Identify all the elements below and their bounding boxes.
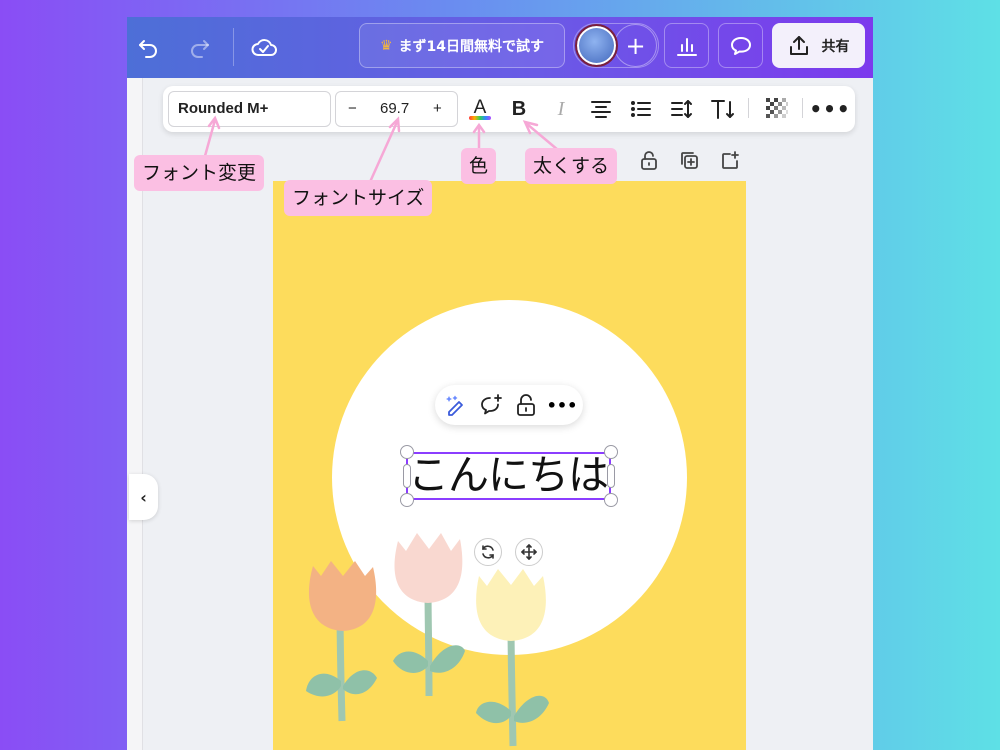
resize-handle-top-left[interactable] bbox=[400, 445, 414, 459]
bullet-list-icon[interactable] bbox=[626, 94, 656, 124]
element-floating-toolbar: ••• bbox=[435, 385, 583, 425]
italic-icon[interactable]: I bbox=[546, 94, 576, 124]
share-button[interactable]: 共有 bbox=[772, 23, 865, 68]
annotation-font-size: フォントサイズ bbox=[284, 180, 433, 216]
add-page-icon[interactable] bbox=[717, 148, 743, 172]
comments-button[interactable] bbox=[718, 23, 763, 68]
undo-icon[interactable] bbox=[131, 31, 165, 65]
resize-handle-top-right[interactable] bbox=[604, 445, 618, 459]
editor-app: ♛ まず14日間無料で試す + 共有 Rounded M+ − 69.7 + A bbox=[127, 17, 873, 750]
lock-icon[interactable] bbox=[513, 392, 539, 418]
svg-text:A: A bbox=[474, 97, 487, 118]
font-family-dropdown[interactable]: Rounded M+ bbox=[168, 91, 331, 127]
bar-chart-icon bbox=[676, 37, 697, 56]
text-format-toolbar: Rounded M+ − 69.7 + A B I ••• bbox=[163, 86, 855, 132]
align-center-icon[interactable] bbox=[586, 94, 616, 124]
lock-page-icon[interactable] bbox=[636, 148, 662, 172]
toolbar-separator bbox=[748, 98, 749, 118]
transparency-icon[interactable] bbox=[762, 94, 792, 124]
more-options-icon[interactable]: ••• bbox=[547, 392, 578, 418]
annotation-color: 色 bbox=[461, 148, 497, 184]
free-trial-button[interactable]: ♛ まず14日間無料で試す bbox=[359, 23, 565, 68]
crown-icon: ♛ bbox=[379, 37, 393, 54]
annotation-font-change: フォント変更 bbox=[134, 155, 265, 191]
line-spacing-icon[interactable] bbox=[667, 94, 697, 124]
resize-handle-bottom-right[interactable] bbox=[604, 493, 618, 507]
top-bar: ♛ まず14日間無料で試す + 共有 bbox=[127, 17, 873, 78]
font-size-stepper: − 69.7 + bbox=[335, 91, 458, 127]
selection-outline bbox=[406, 452, 611, 500]
resize-handle-bottom-left[interactable] bbox=[400, 493, 414, 507]
rotate-icon[interactable] bbox=[474, 538, 502, 566]
font-size-input[interactable]: 69.7 bbox=[380, 100, 409, 117]
free-trial-label: まず14日間無料で試す bbox=[398, 38, 545, 55]
upload-icon bbox=[789, 35, 808, 55]
magic-edit-icon[interactable] bbox=[443, 392, 469, 418]
resize-handle-left[interactable] bbox=[403, 464, 411, 488]
comment-icon bbox=[730, 36, 751, 55]
insights-button[interactable] bbox=[664, 23, 709, 68]
avatar[interactable] bbox=[575, 24, 618, 67]
redo-icon[interactable] bbox=[183, 31, 217, 65]
duplicate-page-icon[interactable] bbox=[676, 148, 702, 172]
share-label: 共有 bbox=[821, 38, 850, 55]
move-icon[interactable] bbox=[515, 538, 543, 566]
text-color-icon[interactable]: A bbox=[465, 94, 495, 124]
toolbar-separator bbox=[802, 98, 803, 118]
annotation-bold: 太くする bbox=[525, 148, 618, 184]
font-size-decrease-button[interactable]: − bbox=[348, 100, 357, 117]
collapse-panel-button[interactable]: ‹ bbox=[129, 474, 158, 520]
bold-icon[interactable]: B bbox=[504, 94, 534, 124]
toolbar-divider bbox=[233, 28, 234, 66]
add-comment-icon[interactable] bbox=[478, 392, 504, 418]
more-options-icon[interactable]: ••• bbox=[809, 94, 849, 124]
text-size-icon[interactable] bbox=[708, 94, 738, 124]
font-size-increase-button[interactable]: + bbox=[433, 100, 442, 117]
cloud-saved-icon[interactable] bbox=[247, 31, 281, 65]
add-collaborator-button[interactable]: + bbox=[614, 24, 657, 67]
resize-handle-right[interactable] bbox=[607, 464, 615, 488]
